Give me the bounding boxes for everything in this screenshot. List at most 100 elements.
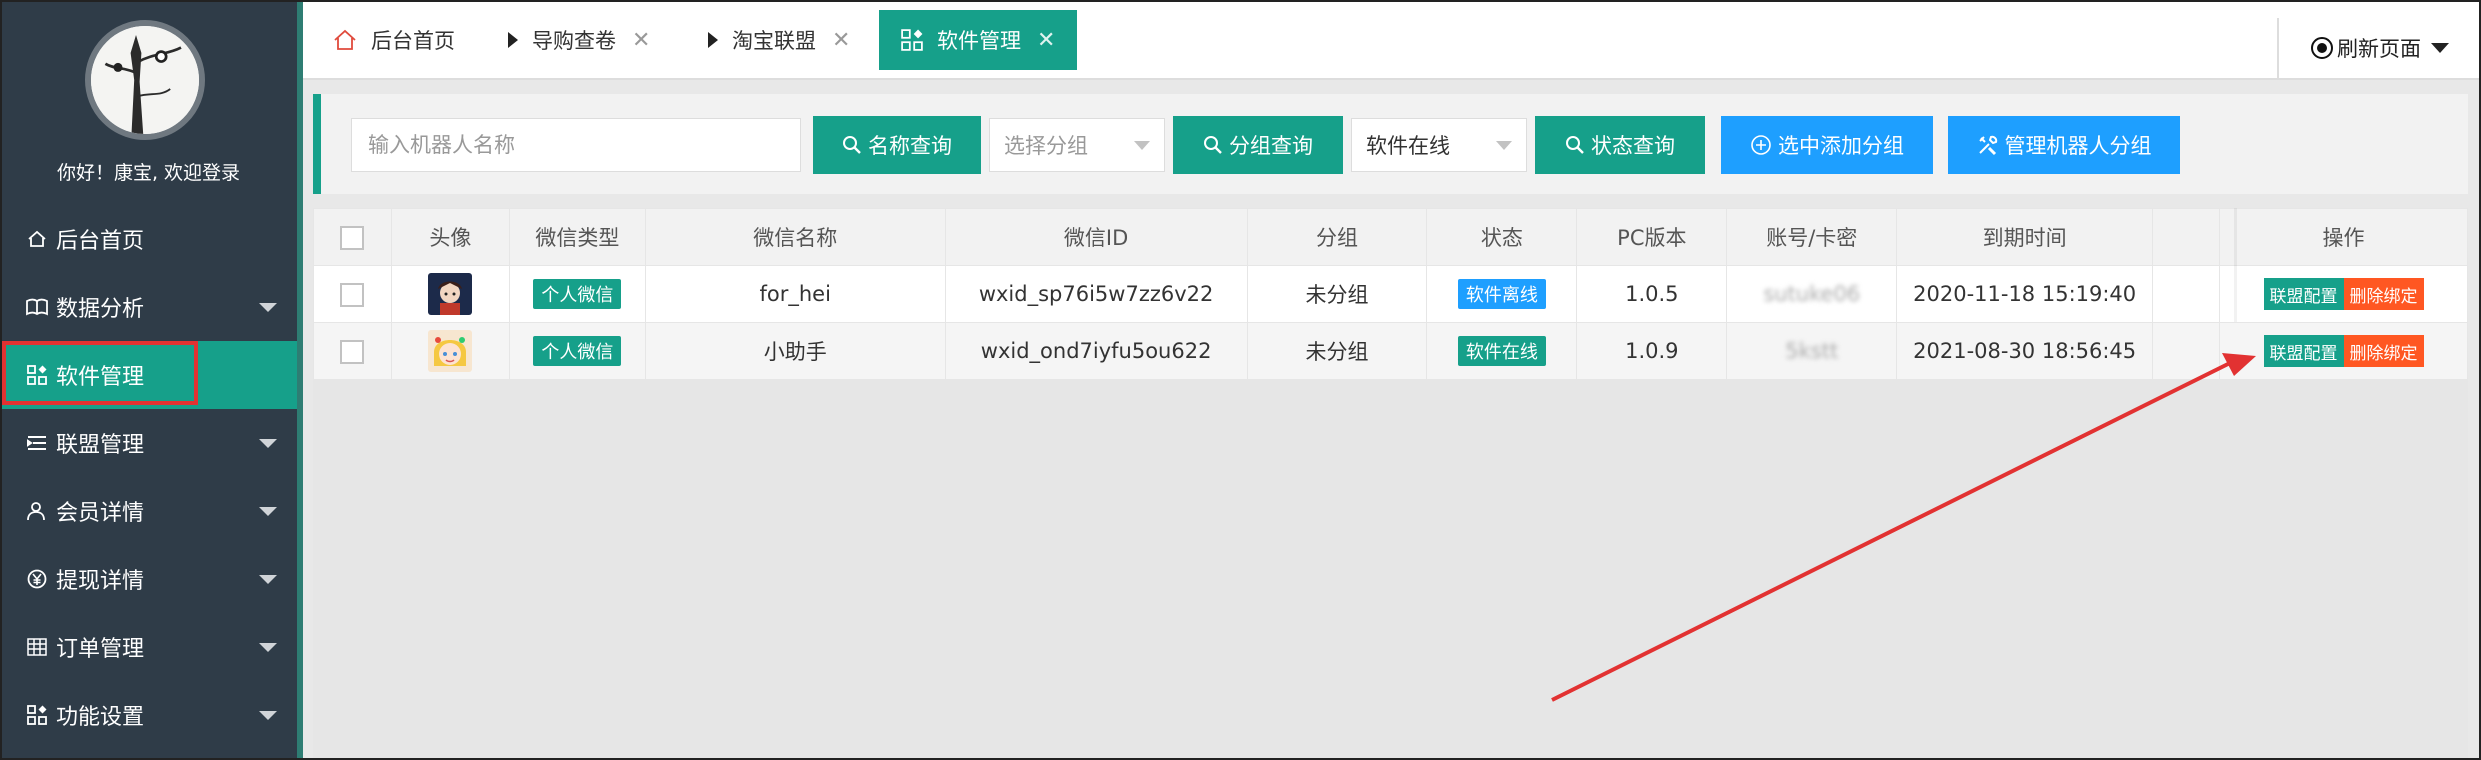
actions-cell: 联盟配置 删除绑定 — [2219, 265, 2468, 323]
status-cell: 软件在线 — [1426, 322, 1578, 380]
column-shadow — [2234, 208, 2237, 322]
row-select-cell — [313, 265, 392, 323]
status-select[interactable]: 软件在线 — [1351, 118, 1527, 172]
sidebar: 你好！康宝, 欢迎登录 后台首页 数据分析 软件管理 联盟管理 会员详情 提现详… — [0, 0, 297, 760]
wechat-type-badge: 个人微信 — [533, 336, 622, 366]
robot-table: 头像 微信类型 微信名称 微信ID 分组 状态 PC版本 账号/卡密 到期时间 … — [313, 208, 2468, 380]
row-checkbox[interactable] — [340, 339, 365, 364]
account-value: 5kstt — [1785, 339, 1839, 363]
delete-binding-button[interactable]: 删除绑定 — [2343, 335, 2424, 367]
sidebar-item-alliance[interactable]: 联盟管理 — [0, 409, 297, 477]
status-badge: 软件离线 — [1457, 279, 1546, 309]
alliance-config-button[interactable]: 联盟配置 — [2263, 335, 2344, 367]
tab-home[interactable]: 后台首页 — [333, 10, 455, 70]
search-icon — [842, 135, 862, 155]
user-icon — [26, 500, 48, 522]
tab-guide[interactable]: 导购查卷 ✕ — [508, 10, 650, 70]
account-value: sutuke06 — [1763, 282, 1861, 306]
table-row: 个人微信 for_hei wxid_sp76i5w7zz6v22 未分组 软件离… — [313, 265, 2468, 323]
sidebar-item-label: 软件管理 — [56, 365, 145, 390]
sidebar-divider — [297, 0, 303, 760]
row-checkbox[interactable] — [340, 282, 365, 307]
header-expire: 到期时间 — [1896, 208, 2154, 266]
chevron-down-icon — [259, 439, 277, 448]
button-label: 状态查询 — [1591, 134, 1675, 158]
sidebar-item-label: 联盟管理 — [56, 433, 145, 458]
grid-icon — [26, 636, 48, 658]
name-cell: 小助手 — [644, 322, 946, 380]
name-query-button[interactable]: 名称查询 — [813, 116, 981, 174]
sidebar-item-members[interactable]: 会员详情 — [0, 477, 297, 545]
group-select[interactable]: 选择分组 — [989, 118, 1165, 172]
user-avatar[interactable] — [85, 20, 205, 140]
avatar-cell — [390, 265, 510, 323]
header-spacer — [2152, 208, 2221, 266]
chevron-down-icon — [259, 303, 277, 312]
type-cell: 个人微信 — [508, 265, 646, 323]
group-query-button[interactable]: 分组查询 — [1173, 116, 1343, 174]
close-icon[interactable]: ✕ — [632, 28, 650, 53]
manage-group-button[interactable]: 管理机器人分组 — [1948, 116, 2180, 174]
wxid-cell: wxid_ond7iyfu5ou622 — [944, 322, 1248, 380]
tab-label: 后台首页 — [371, 29, 455, 53]
expire-cell: 2020-11-18 15:19:40 — [1896, 265, 2154, 323]
group-cell: 未分组 — [1246, 322, 1428, 380]
wechat-type-badge: 个人微信 — [533, 279, 622, 309]
close-icon[interactable]: ✕ — [1037, 28, 1055, 53]
header-status: 状态 — [1426, 208, 1578, 266]
radio-icon — [2311, 37, 2333, 59]
tab-label: 软件管理 — [937, 29, 1021, 53]
header-wechat-id: 微信ID — [944, 208, 1248, 266]
account-cell: sutuke06 — [1726, 265, 1898, 323]
caret-right-icon — [508, 32, 518, 48]
name-cell: for_hei — [644, 265, 946, 323]
chevron-down-icon — [259, 711, 277, 720]
tab-taobao[interactable]: 淘宝联盟 ✕ — [708, 10, 850, 70]
actions-cell: 联盟配置 删除绑定 — [2219, 322, 2468, 380]
sidebar-item-withdraw[interactable]: 提现详情 — [0, 545, 297, 613]
expire-cell: 2021-08-30 18:56:45 — [1896, 322, 2154, 380]
delete-binding-button[interactable]: 删除绑定 — [2343, 278, 2424, 310]
button-label: 选中添加分组 — [1778, 134, 1904, 158]
button-label: 分组查询 — [1229, 134, 1313, 158]
status-query-button[interactable]: 状态查询 — [1535, 116, 1705, 174]
welcome-text: 你好！康宝, 欢迎登录 — [56, 162, 241, 184]
wxid-cell: wxid_sp76i5w7zz6v22 — [944, 265, 1248, 323]
sidebar-item-label: 数据分析 — [56, 297, 145, 322]
sidebar-nav: 后台首页 数据分析 软件管理 联盟管理 会员详情 提现详情 订单管理 功能设置 — [0, 205, 297, 749]
sidebar-item-label: 会员详情 — [56, 501, 145, 526]
spacer-cell — [2152, 265, 2221, 323]
sidebar-item-settings[interactable]: 功能设置 — [0, 681, 297, 749]
close-icon[interactable]: ✕ — [832, 28, 850, 53]
row-select-cell — [313, 322, 392, 380]
header-pc-version: PC版本 — [1576, 208, 1728, 266]
status-cell: 软件离线 — [1426, 265, 1578, 323]
apps-icon — [26, 704, 48, 726]
sidebar-item-software[interactable]: 软件管理 — [0, 341, 297, 409]
book-icon — [26, 296, 48, 318]
home-icon — [333, 29, 357, 51]
select-all-checkbox[interactable] — [340, 225, 365, 250]
header-account: 账号/卡密 — [1726, 208, 1898, 266]
type-cell: 个人微信 — [508, 322, 646, 380]
header-group: 分组 — [1246, 208, 1428, 266]
header-avatar: 头像 — [390, 208, 510, 266]
refresh-button[interactable]: 刷新页面 — [2277, 18, 2481, 78]
alliance-config-button[interactable]: 联盟配置 — [2263, 278, 2344, 310]
version-cell: 1.0.5 — [1576, 265, 1728, 323]
button-label: 名称查询 — [868, 134, 952, 158]
chevron-down-icon — [1134, 141, 1150, 150]
sidebar-item-home[interactable]: 后台首页 — [0, 205, 297, 273]
tab-software[interactable]: 软件管理 ✕ — [879, 10, 1078, 70]
sidebar-item-orders[interactable]: 订单管理 — [0, 613, 297, 681]
add-group-button[interactable]: 选中添加分组 — [1721, 116, 1933, 174]
avatar-cell — [390, 322, 510, 380]
avatar — [428, 330, 473, 372]
robot-name-input[interactable] — [351, 118, 801, 172]
status-badge: 软件在线 — [1457, 336, 1546, 366]
tab-label: 导购查卷 — [532, 29, 616, 53]
sidebar-item-label: 后台首页 — [56, 229, 145, 254]
list-icon — [26, 432, 48, 454]
sidebar-item-data-analysis[interactable]: 数据分析 — [0, 273, 297, 341]
home-icon — [26, 228, 48, 250]
